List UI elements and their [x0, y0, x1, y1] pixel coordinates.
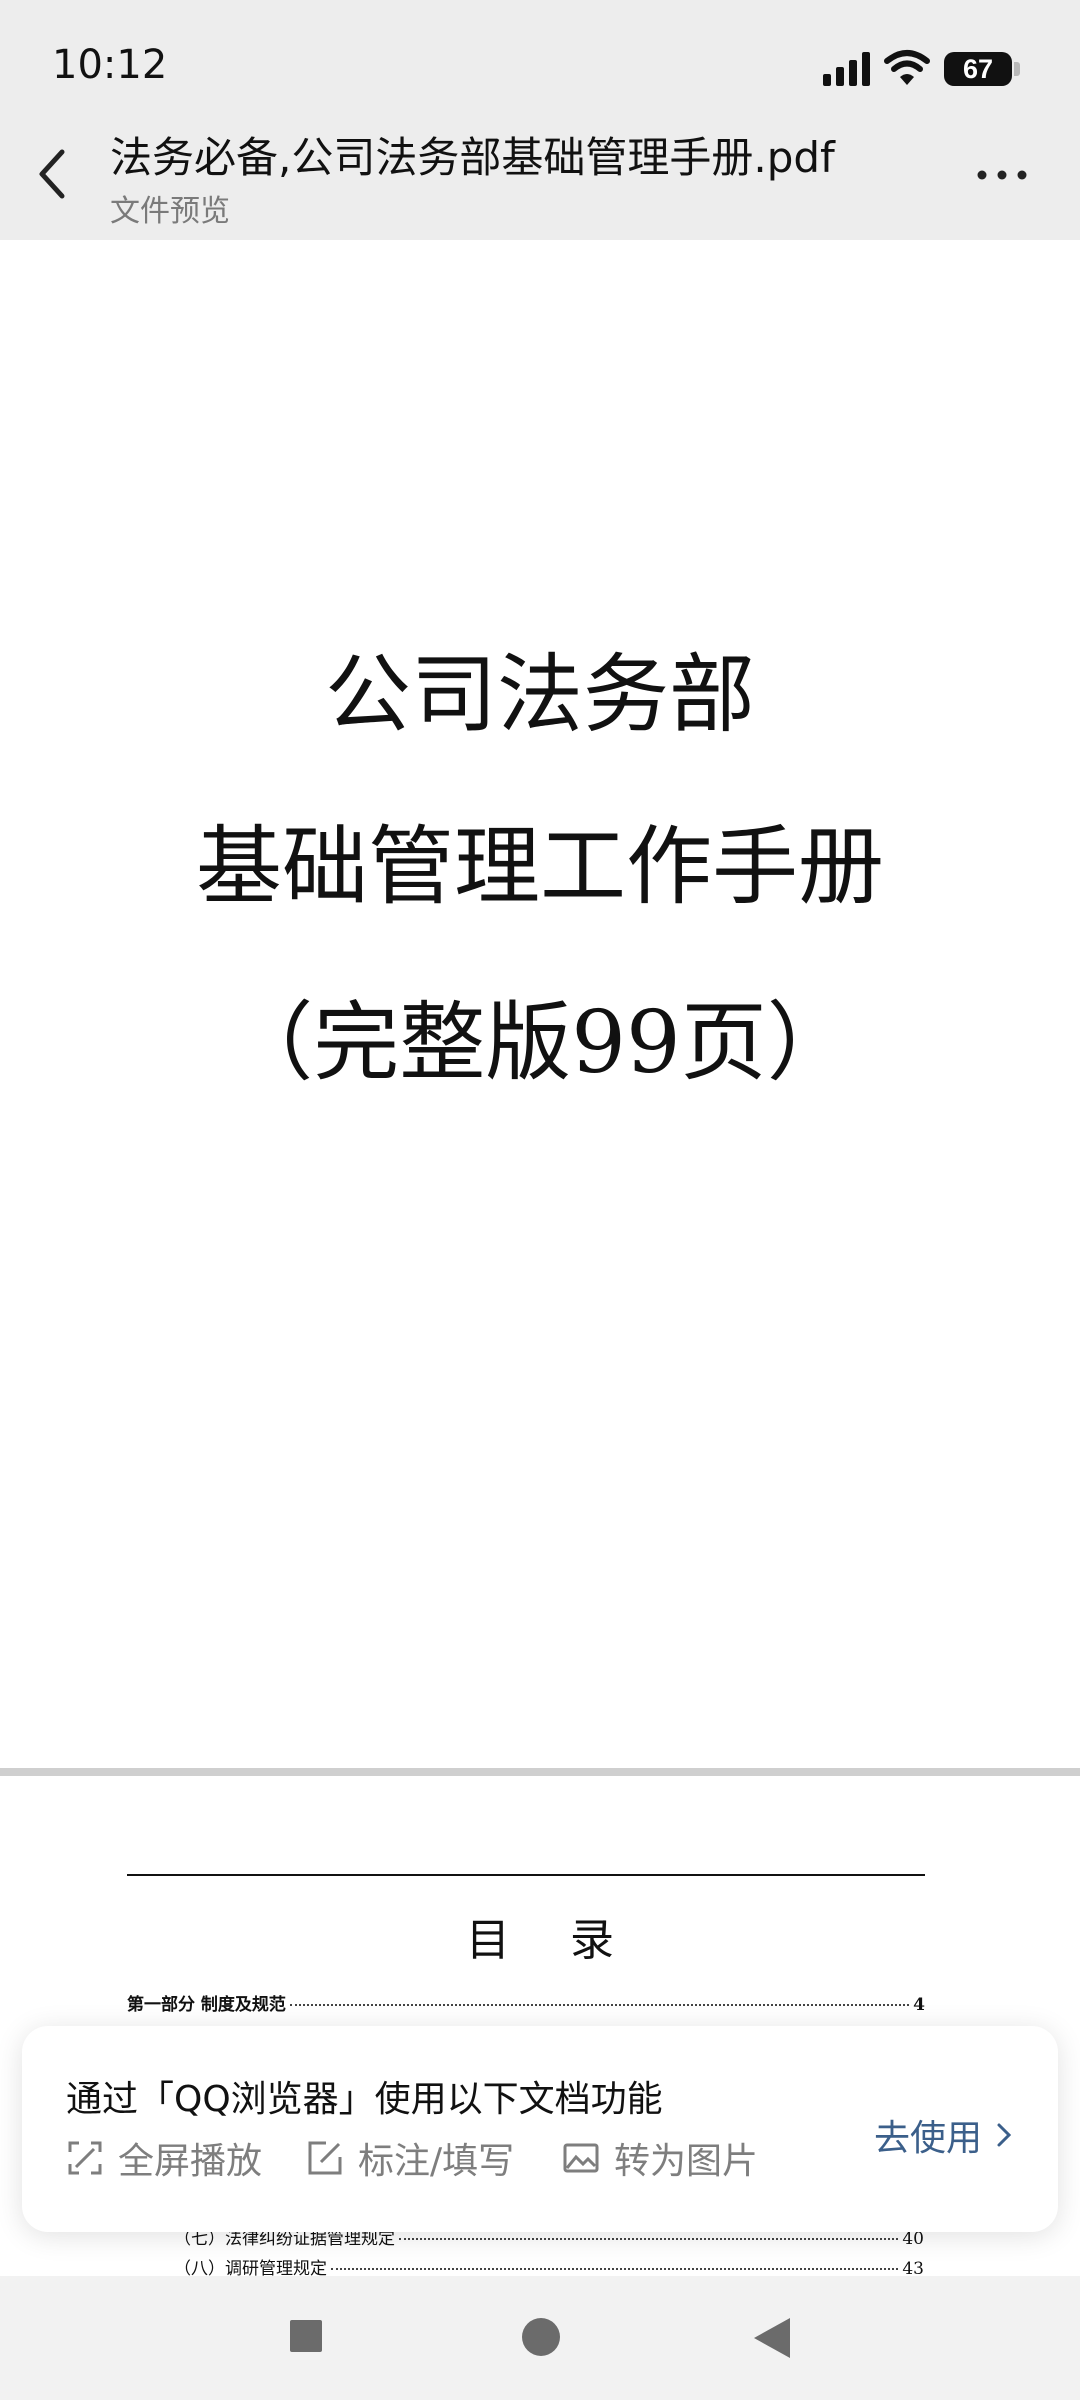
battery-level: 67: [962, 54, 994, 84]
qq-browser-promo-card[interactable]: 通过「QQ浏览器」使用以下文档功能 全屏播放 标注/填写 转为图片 去使用: [22, 2026, 1058, 2232]
pdf-page-cover[interactable]: 公司法务部 基础管理工作手册 （完整版99页）: [0, 240, 1080, 1768]
document-subtitle: 文件预览: [110, 194, 230, 229]
page-divider: [0, 1768, 1080, 1776]
toc-row-page: 40: [902, 2229, 924, 2249]
feature-fullscreen-label: 全屏播放: [118, 2141, 263, 2182]
toc-leader-dots: [331, 2268, 899, 2270]
edit-icon: [308, 2141, 342, 2175]
back-arrow-icon[interactable]: [28, 142, 80, 206]
go-use-label: 去使用: [874, 2118, 983, 2159]
toc-row-label: 第一部分 制度及规范: [127, 1995, 286, 2015]
toc-row-page: 4: [913, 1995, 925, 2015]
feature-to-image-label: 转为图片: [614, 2141, 759, 2182]
document-title: 法务必备,公司法务部基础管理手册.pdf: [110, 133, 835, 182]
cover-title-line3: （完整版99页）: [227, 993, 853, 1093]
feature-annotate[interactable]: 标注/填写: [306, 2134, 514, 2182]
promo-title: 通过「QQ浏览器」使用以下文档功能: [66, 2079, 663, 2120]
toc-leader-dots: [289, 2004, 910, 2006]
top-bar: 10:12 67 法务必备,公司法务部基础管理手册.pdf 文件预览: [0, 0, 1080, 240]
go-use-button[interactable]: 去使用: [874, 2110, 1014, 2160]
chevron-right-icon: [997, 2123, 1012, 2147]
image-icon: [563, 2143, 599, 2173]
feature-annotate-label: 标注/填写: [358, 2141, 515, 2182]
cover-title-line2: 基础管理工作手册: [196, 817, 884, 917]
toc-top-rule: [127, 1874, 925, 1876]
wifi-icon: [884, 50, 930, 85]
toc-leader-dots: [399, 2238, 899, 2240]
nav-recent-icon[interactable]: [290, 2320, 322, 2352]
toc-row: 第一部分 制度及规范 4: [127, 1990, 925, 2015]
battery-cap: [1014, 62, 1020, 76]
toc-title: 目录: [466, 1915, 674, 1966]
fullscreen-icon: [68, 2141, 102, 2175]
nav-home-icon[interactable]: [522, 2318, 560, 2356]
system-nav-bar: [0, 2276, 1080, 2400]
feature-to-image[interactable]: 转为图片: [562, 2134, 758, 2182]
more-icon[interactable]: [972, 150, 1032, 200]
status-bar: 10:12 67: [0, 0, 1080, 130]
feature-fullscreen[interactable]: 全屏播放: [66, 2134, 262, 2182]
cover-title-line1: 公司法务部: [325, 645, 755, 745]
status-clock: 10:12: [52, 42, 168, 88]
nav-back-icon[interactable]: [752, 2316, 792, 2360]
signal-icon: [823, 52, 870, 86]
